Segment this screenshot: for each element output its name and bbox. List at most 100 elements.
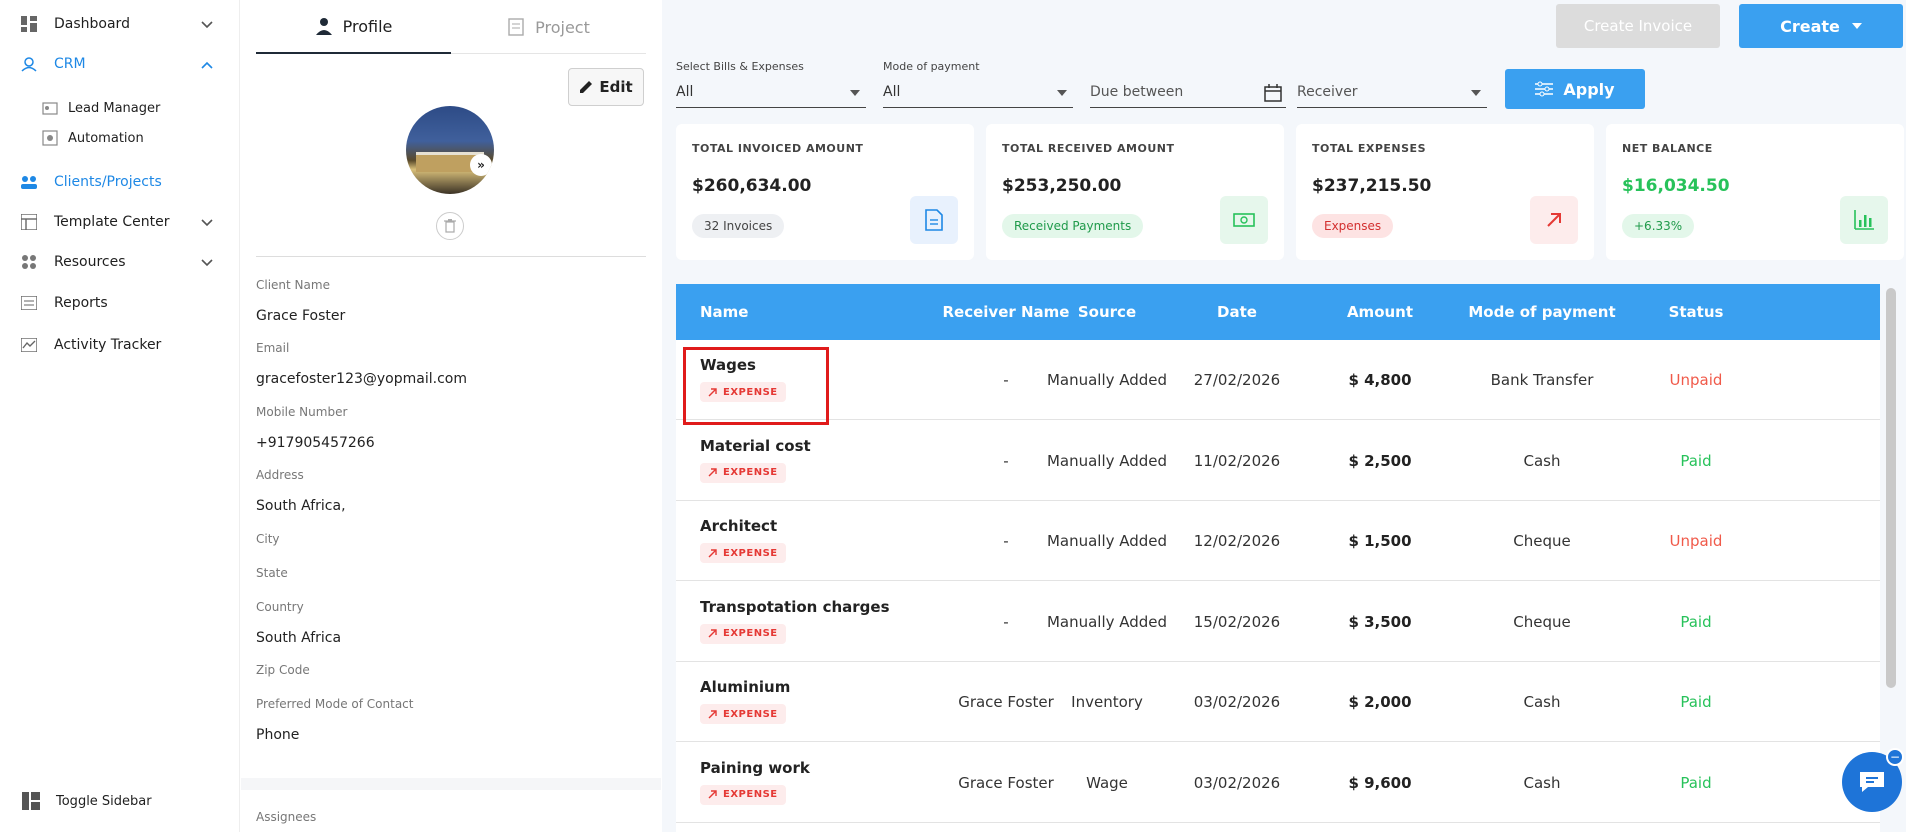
clients-icon xyxy=(20,173,38,191)
bills-expenses-select[interactable]: Select Bills & Expenses All xyxy=(676,60,866,108)
arrow-up-right-icon xyxy=(708,548,717,557)
sidebar-item-reports[interactable]: Reports xyxy=(20,294,108,312)
pencil-icon xyxy=(580,81,593,93)
column-header[interactable]: Status xyxy=(1626,284,1766,340)
sidebar-item-automation[interactable]: Automation xyxy=(42,130,144,146)
sidebar-item-resources[interactable]: Resources xyxy=(20,253,126,271)
sidebar-item-activity-tracker[interactable]: Activity Tracker xyxy=(20,336,161,354)
cell-source: Manually Added xyxy=(1046,371,1168,389)
bar-chart-icon xyxy=(1840,196,1888,244)
cell-date: 03/02/2026 xyxy=(1193,693,1281,711)
cell-mode: Cash xyxy=(1523,693,1561,711)
chevron-up-icon[interactable] xyxy=(200,58,214,72)
toggle-sidebar-button[interactable]: Toggle Sidebar xyxy=(22,792,152,810)
cell-date: 12/02/2026 xyxy=(1193,532,1281,550)
sidebar-item-clients-projects[interactable]: Clients/Projects xyxy=(20,173,162,191)
create-invoice-button[interactable]: Create Invoice xyxy=(1556,4,1720,48)
tab-label: Project xyxy=(535,17,590,37)
row-name: Material cost xyxy=(700,436,811,455)
table-row[interactable]: Wages EXPENSE - Manually Added 27/02/2026 $ 4… xyxy=(676,340,1880,420)
profile-tabs: Profile Project xyxy=(256,0,646,54)
cell-source: Wage xyxy=(1086,773,1128,792)
tab-profile[interactable]: Profile xyxy=(256,0,451,54)
apply-button[interactable]: Apply xyxy=(1505,69,1645,109)
toggle-sidebar-icon xyxy=(22,792,40,810)
template-icon xyxy=(20,213,38,231)
cell-amount: $ 2,500 xyxy=(1348,451,1412,470)
expense-badge: EXPENSE xyxy=(700,623,786,644)
table-row[interactable]: Aluminium EXPENSE Grace Foster Inventory 03/… xyxy=(676,662,1880,742)
arrow-up-right-icon xyxy=(708,468,717,477)
field-value: South Africa xyxy=(256,630,342,646)
activity-icon xyxy=(20,336,38,354)
sidebar-item-dashboard[interactable]: Dashboard xyxy=(20,15,130,33)
calendar-icon[interactable] xyxy=(1264,84,1282,102)
create-button[interactable]: Create xyxy=(1739,4,1903,48)
field-label: Client Name xyxy=(256,278,330,292)
reports-icon xyxy=(20,294,38,312)
edit-button[interactable]: Edit xyxy=(568,68,644,106)
cell-amount: $ 4,800 xyxy=(1348,371,1412,389)
field-label: State xyxy=(256,566,288,580)
sidebar-item-label: Reports xyxy=(54,295,108,311)
sidebar-item-template-center[interactable]: Template Center xyxy=(20,213,169,231)
arrow-up-right-icon xyxy=(1530,196,1578,244)
delete-avatar-button[interactable] xyxy=(436,212,464,240)
expense-badge: EXPENSE xyxy=(700,784,786,805)
table-row[interactable]: Transpotation charges EXPENSE - Manually Ad… xyxy=(676,582,1880,662)
mode-of-payment-select[interactable]: Mode of payment All xyxy=(883,60,1073,108)
sidebar-item-label: Resources xyxy=(54,254,126,270)
cell-status: Paid xyxy=(1680,693,1712,711)
field-value: South Africa, xyxy=(256,498,346,514)
edit-label: Edit xyxy=(599,78,633,96)
apply-label: Apply xyxy=(1563,79,1615,99)
field-label: City xyxy=(256,532,280,546)
due-between-input[interactable]: Due between xyxy=(1090,60,1286,108)
sidebar-item-label: CRM xyxy=(54,56,86,72)
receiver-select[interactable]: Receiver xyxy=(1297,60,1487,108)
close-chat-icon[interactable]: − xyxy=(1886,748,1904,766)
cell-source: Manually Added xyxy=(1046,612,1168,631)
create-label: Create xyxy=(1780,16,1840,36)
table-row[interactable]: Material cost EXPENSE - Manually Added 11/02… xyxy=(676,421,1880,501)
column-header[interactable]: Date xyxy=(1162,284,1312,340)
cell-status: Paid xyxy=(1680,773,1712,792)
arrow-up-right-icon xyxy=(708,709,717,718)
chevron-down-icon[interactable] xyxy=(200,18,214,32)
bills-expenses-label: Select Bills & Expenses xyxy=(676,60,804,73)
expand-icon[interactable]: » xyxy=(470,154,492,176)
cell-date: 11/02/2026 xyxy=(1193,451,1281,470)
cell-status: Unpaid xyxy=(1669,371,1723,389)
sidebar-item-lead-manager[interactable]: Lead Manager xyxy=(42,100,160,116)
table-scrollbar[interactable] xyxy=(1886,288,1896,688)
card-badge: Expenses xyxy=(1312,214,1394,238)
caret-down-icon xyxy=(1851,23,1862,29)
chevron-down-icon[interactable] xyxy=(200,216,214,230)
sidebar-item-crm[interactable]: CRM xyxy=(20,55,86,73)
column-header[interactable]: Amount xyxy=(1300,284,1460,340)
column-header[interactable]: Name xyxy=(700,284,748,340)
tab-label: Profile xyxy=(342,16,393,36)
profile-panel: Profile Project Edit » Client Name Grace… xyxy=(241,0,661,832)
badge-label: EXPENSE xyxy=(723,547,778,559)
field-value: +917905457266 xyxy=(256,435,375,451)
cell-status: Unpaid xyxy=(1669,532,1723,550)
field-value: gracefoster123@yopmail.com xyxy=(256,371,467,387)
cell-status: Paid xyxy=(1680,451,1712,470)
chat-button[interactable]: − xyxy=(1842,748,1904,812)
column-header[interactable]: Mode of payment xyxy=(1442,284,1642,340)
table-row[interactable]: Architect EXPENSE - Manually Added 12/02/202… xyxy=(676,501,1880,581)
chevron-down-icon[interactable] xyxy=(200,256,214,270)
card-title: TOTAL EXPENSES xyxy=(1312,142,1426,155)
field-label: Mobile Number xyxy=(256,405,348,419)
card-value: $260,634.00 xyxy=(692,176,812,196)
automation-icon xyxy=(42,130,58,146)
chat-icon xyxy=(1860,772,1884,792)
card-value: $16,034.50 xyxy=(1622,176,1730,196)
table-row[interactable]: Paining work EXPENSE Grace Foster Wage 03/02… xyxy=(676,743,1880,823)
cell-date: 27/02/2026 xyxy=(1193,371,1281,389)
tab-project[interactable]: Project xyxy=(451,0,646,54)
row-name: Paining work xyxy=(700,758,810,777)
column-header[interactable]: Source xyxy=(1032,284,1182,340)
sidebar-item-label: Clients/Projects xyxy=(54,174,162,190)
